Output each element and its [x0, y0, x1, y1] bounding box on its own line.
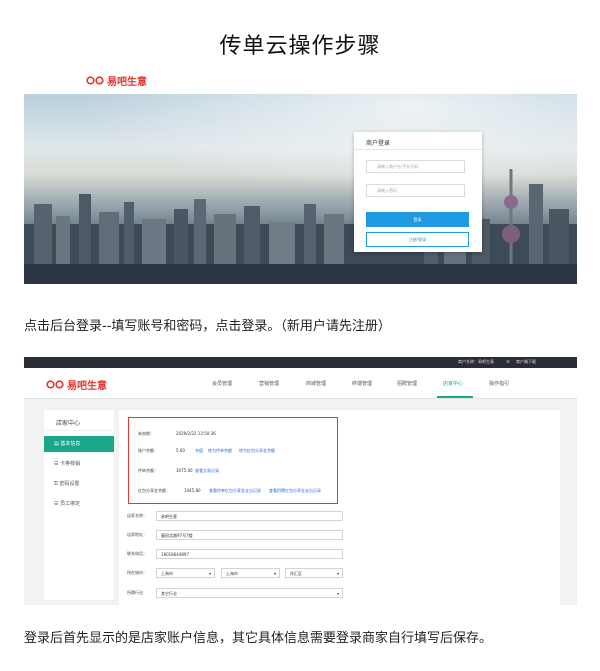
sidebar-item-password[interactable]: ⚿ 密码设置 [44, 476, 114, 492]
account-info-highlight: 有效期： 2029/2/22 13:50:36 账户余额： 5.00 充值 转为… [128, 417, 338, 504]
redpack-value: 1445.80 [184, 488, 201, 493]
nav-mall[interactable]: 商城管理 [306, 380, 326, 387]
nav-brand-logo: 易吧生意 [46, 377, 107, 392]
password-input[interactable]: 请输入密码 [366, 184, 465, 197]
store-info-panel: 有效期： 2029/2/22 13:50:36 账户余额： 5.00 充值 转为… [119, 410, 560, 605]
infinity-logo-icon [86, 76, 104, 85]
top-bar: 商户名称：易吧生意 ☰ 商户端下载 [24, 357, 577, 368]
nav-store-center[interactable]: 店家中心 [443, 380, 463, 387]
account-name: 商户名称：易吧生意 [458, 359, 494, 364]
store-name-input[interactable]: 易吧生意 [156, 511, 343, 521]
nav-member[interactable]: 会员管理 [212, 380, 232, 387]
nav-marketing[interactable]: 营销管理 [259, 380, 279, 387]
chevron-down-icon: ▾ [273, 571, 276, 576]
dashboard-screenshot: 商户名称：易吧生意 ☰ 商户端下载 易吧生意 会员管理 营销管理 商城管理 终端… [24, 357, 577, 605]
industry-select[interactable]: 其它行业 ▾ [156, 588, 343, 598]
instruction-step-2: 登录后首先显示的是店家账户信息，其它具体信息需要登录商家自行填写后保存。 [24, 631, 493, 646]
login-button[interactable]: 登录 [366, 212, 469, 227]
brand-logo-text: 易吧生意 [107, 77, 147, 88]
nav-brand-text: 易吧生意 [67, 381, 107, 392]
username-input[interactable]: 请输入商户名/手机号码 [366, 160, 465, 173]
sidebar-item-basic-info[interactable]: ▤ 基本信息 [44, 436, 114, 452]
sidebar: 店家中心 ▤ 基本信息 ☰ 卡券核销 ⚿ 密码设置 ☰ 员工绑定 [44, 410, 114, 600]
page-title: 传单云操作步骤 [219, 34, 381, 59]
download-link[interactable]: 商户端下载 [516, 359, 536, 365]
nav-active-indicator [437, 396, 473, 398]
main-nav: 易吧生意 会员管理 营销管理 商城管理 终端管理 招聘管理 店家中心 操作指引 [24, 368, 577, 399]
flyer-balance-value: 3075.00 [176, 468, 193, 473]
brand-logo: 易吧生意 [86, 73, 147, 88]
to-flyer-link[interactable]: 转为传单余额 [208, 448, 232, 454]
to-redpack-link[interactable]: 转为红包分享金余额 [239, 448, 275, 454]
province-select[interactable]: 上海市 ▾ [156, 568, 215, 578]
recharge-link[interactable]: 充值 [195, 448, 203, 454]
district-select[interactable]: 徐汇区 ▾ [285, 568, 343, 578]
city-skyline-image [24, 169, 577, 284]
register-button[interactable]: 注册/登录 [366, 232, 469, 247]
store-address-input[interactable]: 襄阳北路97号7楼 [156, 530, 343, 540]
chevron-down-icon: ▾ [208, 571, 211, 576]
recruit-redpack-record-link[interactable]: 查看招聘红包分享金支出记录 [269, 488, 321, 494]
login-card-title: 商户登录 [366, 140, 391, 147]
nav-recruit[interactable]: 招聘管理 [397, 380, 417, 387]
flyer-redpack-record-link[interactable]: 查看传单红包分享金支出记录 [209, 488, 261, 494]
login-screenshot: 商户登录 请输入商户名/手机号码 请输入密码 登录 注册/登录 [24, 94, 577, 284]
instruction-step-1: 点击后台登录--填写账号和密码，点击登录。（新用户请先注册） [24, 319, 391, 334]
chevron-down-icon: ▾ [336, 571, 339, 576]
sidebar-title: 店家中心 [56, 420, 81, 427]
nav-guide[interactable]: 操作指引 [489, 380, 509, 387]
balance-value: 5.00 [176, 448, 185, 453]
login-card: 商户登录 请输入商户名/手机号码 请输入密码 登录 注册/登录 [354, 132, 482, 252]
sidebar-item-coupon[interactable]: ☰ 卡券核销 [44, 456, 114, 472]
city-select[interactable]: 上海市 ▾ [221, 568, 280, 578]
menu-icon[interactable]: ☰ [506, 359, 510, 364]
phone-input[interactable]: 18018644897 [156, 549, 343, 559]
chevron-down-icon: ▾ [336, 591, 339, 596]
infinity-logo-icon [46, 380, 64, 389]
expiry-value: 2029/2/22 13:50:36 [176, 431, 216, 436]
trade-record-link[interactable]: 查看交易记录 [195, 468, 219, 474]
nav-terminal[interactable]: 终端管理 [352, 380, 372, 387]
sidebar-item-staff[interactable]: ☰ 员工绑定 [44, 496, 114, 512]
